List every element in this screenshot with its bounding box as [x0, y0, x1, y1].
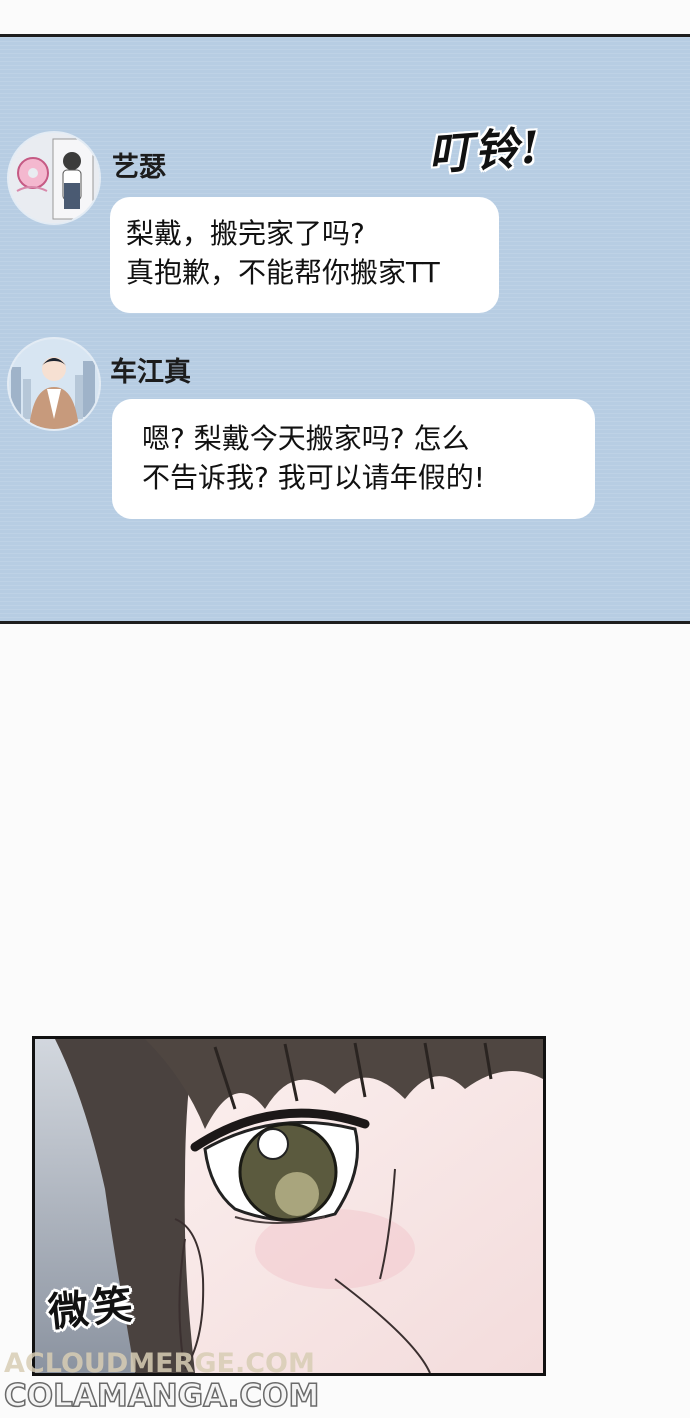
chat-panel: 叮铃! 艺瑟 梨戴，搬完家了吗? 真抱歉，不能帮你搬家TT 车江真 嗯? 梨戴今… — [0, 34, 690, 624]
smile-sound-effect: 微笑 — [46, 1280, 139, 1337]
message-bubble-2: 嗯? 梨戴今天搬家吗? 怎么 不告诉我? 我可以请年假的! — [112, 399, 595, 519]
ding-sound-effect: 叮铃! — [426, 122, 544, 181]
girl-with-donut-avatar-icon — [9, 133, 99, 223]
watermark-acloudmerge: ACLOUDMERGE.COM — [4, 1348, 315, 1379]
message-2-line-2: 不告诉我? 我可以请年假的! — [142, 461, 485, 494]
message-1-line-2: 真抱歉，不能帮你搬家TT — [126, 256, 440, 289]
watermark-colamanga: COLAMANGA.COM — [3, 1378, 320, 1414]
sender-name-1: 艺瑟 — [112, 152, 166, 183]
message-2-line-1: 嗯? 梨戴今天搬家吗? 怎么 — [142, 422, 470, 455]
message-bubble-1: 梨戴，搬完家了吗? 真抱歉，不能帮你搬家TT — [110, 197, 499, 313]
message-1-line-1: 梨戴，搬完家了吗? — [126, 217, 365, 250]
man-in-city-avatar-icon — [9, 339, 99, 429]
sender-name-2: 车江真 — [110, 357, 191, 388]
